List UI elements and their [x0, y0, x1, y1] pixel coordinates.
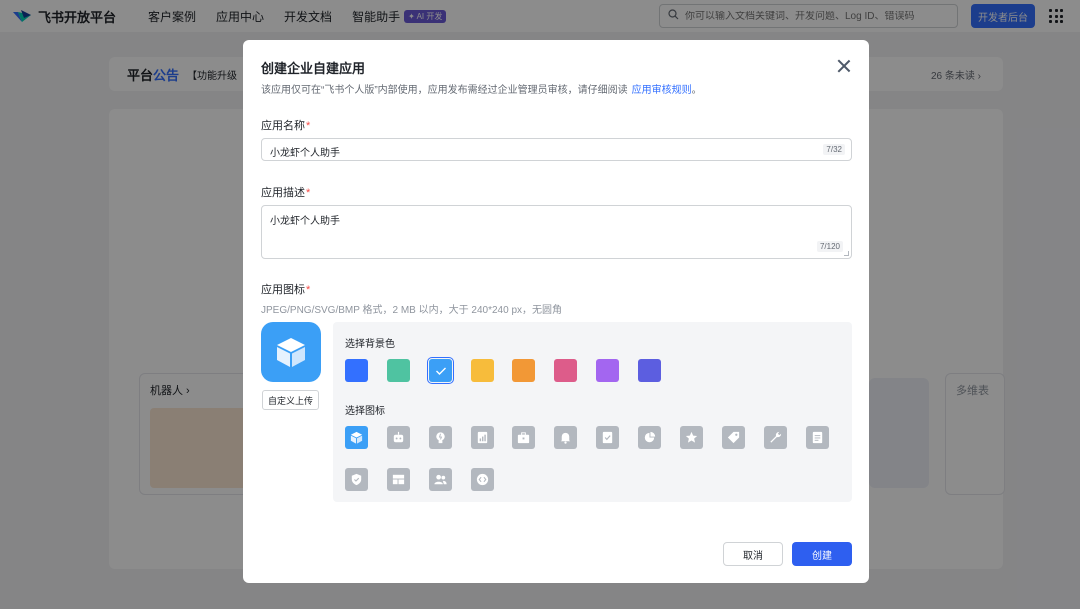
create-app-dialog: 创建企业自建应用 该应用仅可在“飞书个人版”内部使用，应用发布需经过企业管理员审…: [243, 40, 869, 583]
icon-option-wrench[interactable]: [764, 426, 787, 449]
bg-color-swatch[interactable]: [387, 359, 410, 382]
lightbulb-icon: [436, 432, 445, 444]
wrench-icon: [770, 431, 782, 443]
cancel-button[interactable]: 取消: [723, 542, 783, 566]
robot-icon: [393, 431, 404, 443]
bg-color-swatch[interactable]: [512, 359, 535, 382]
toolbox-icon: [517, 432, 530, 444]
cube-icon: [277, 338, 305, 367]
document-icon: [812, 431, 823, 444]
icon-option-cube[interactable]: [345, 426, 368, 449]
resize-handle-icon[interactable]: [844, 251, 849, 256]
dialog-description-suffix: 。: [691, 85, 702, 96]
icon-option-star[interactable]: [680, 426, 703, 449]
bg-color-swatch[interactable]: [596, 359, 619, 382]
dialog-description: 该应用仅可在“飞书个人版”内部使用，应用发布需经过企业管理员审核，请仔细阅读 应用…: [261, 81, 702, 96]
cube-icon: [350, 431, 363, 444]
icon-picker-panel: 选择背景色 选择图标: [333, 322, 852, 502]
app-name-input[interactable]: 小龙虾个人助手 7/32: [261, 138, 852, 161]
icon-option-bell[interactable]: [554, 426, 577, 449]
people-icon: [434, 474, 447, 485]
pie-chart-icon: [644, 431, 656, 443]
bg-color-swatch[interactable]: [554, 359, 577, 382]
bg-color-swatch[interactable]: [345, 359, 368, 382]
bg-color-swatch[interactable]: [638, 359, 661, 382]
app-desc-counter: 7/120: [816, 241, 843, 252]
app-icon-preview: [261, 322, 321, 382]
app-desc-value: 小龙虾个人助手: [270, 216, 340, 227]
icon-option-pie-chart[interactable]: [638, 426, 661, 449]
bell-icon: [560, 432, 571, 444]
icon-option-robot[interactable]: [387, 426, 410, 449]
checklist-icon: [602, 431, 613, 444]
layout-icon: [392, 474, 405, 485]
app-icon-hint: JPEG/PNG/SVG/BMP 格式，2 MB 以内，大于 240*240 p…: [261, 305, 563, 316]
star-icon: [685, 431, 698, 443]
icon-option-code[interactable]: [471, 468, 494, 491]
document-chart-icon: [477, 431, 488, 444]
bg-color-swatch-selected[interactable]: [426, 356, 455, 385]
icon-option-shield[interactable]: [345, 468, 368, 491]
bg-color-swatch[interactable]: [471, 359, 494, 382]
icon-option-document-chart[interactable]: [471, 426, 494, 449]
icon-select-label: 选择图标: [345, 406, 385, 417]
app-name-label: 应用名称*: [261, 117, 310, 133]
app-name-counter: 7/32: [823, 144, 845, 155]
required-mark: *: [306, 187, 311, 199]
create-button[interactable]: 创建: [792, 542, 852, 566]
icon-option-lightbulb[interactable]: [429, 426, 452, 449]
icon-option-document[interactable]: [806, 426, 829, 449]
app-description-textarea[interactable]: 小龙虾个人助手 7/120: [261, 205, 852, 259]
icon-option-tag[interactable]: [722, 426, 745, 449]
bg-color-label: 选择背景色: [345, 339, 395, 350]
required-mark: *: [306, 284, 311, 296]
app-name-label-text: 应用名称: [261, 120, 305, 132]
app-name-value: 小龙虾个人助手: [270, 148, 340, 159]
tag-icon: [727, 431, 740, 444]
custom-upload-button[interactable]: 自定义上传: [262, 390, 319, 410]
app-desc-label: 应用描述*: [261, 184, 310, 200]
dialog-title: 创建企业自建应用: [261, 61, 366, 76]
app-icon-label: 应用图标*: [261, 281, 310, 297]
close-icon[interactable]: [837, 59, 851, 73]
dialog-description-text: 该应用仅可在“飞书个人版”内部使用，应用发布需经过企业管理员审核，请仔细阅读: [261, 85, 628, 96]
icon-option-checklist[interactable]: [596, 426, 619, 449]
icon-option-toolbox[interactable]: [512, 426, 535, 449]
icon-option-layout[interactable]: [387, 468, 410, 491]
app-desc-label-text: 应用描述: [261, 187, 305, 199]
icon-option-people[interactable]: [429, 468, 452, 491]
checkmark-icon: [435, 367, 446, 375]
code-icon: [476, 473, 489, 486]
required-mark: *: [306, 120, 311, 132]
review-rules-link[interactable]: 应用审核规则: [632, 85, 692, 96]
app-icon-label-text: 应用图标: [261, 284, 305, 296]
shield-check-icon: [351, 473, 362, 486]
